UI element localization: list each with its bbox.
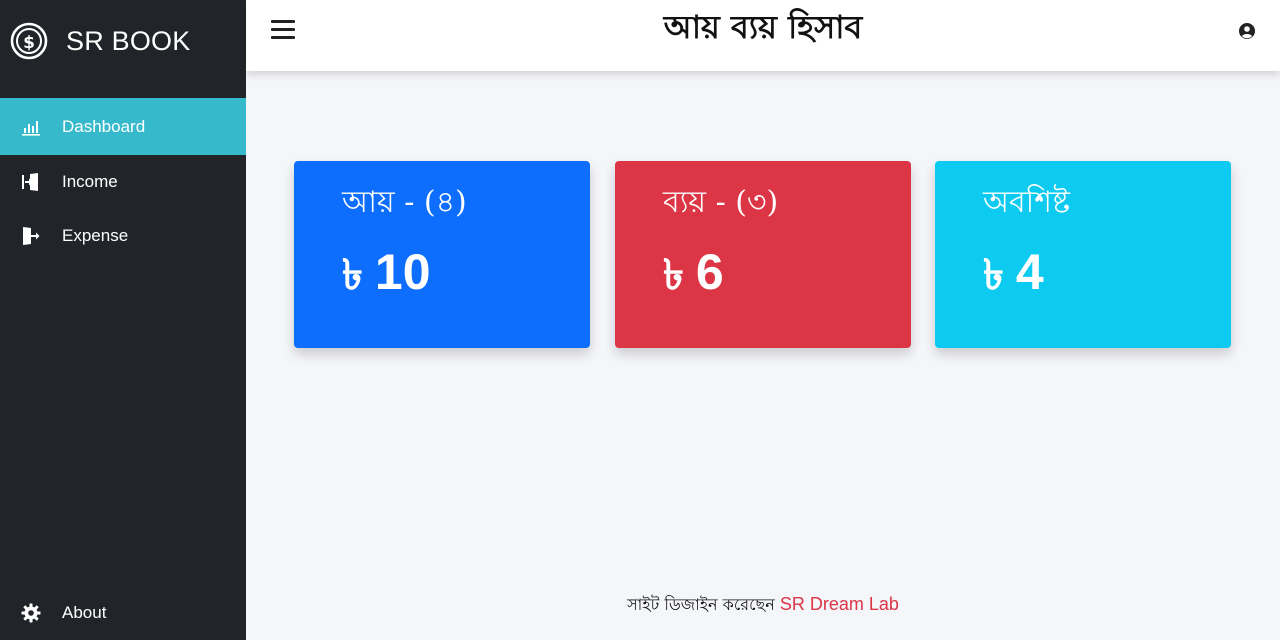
sidebar-item-label: Expense: [62, 226, 129, 245]
currency-symbol: ৳: [663, 250, 684, 299]
footer-credit-link[interactable]: SR Dream Lab: [780, 594, 899, 614]
door-exit-icon: [20, 225, 42, 247]
page-title: আয় ব্যয় হিসাব: [663, 8, 863, 46]
expense-card-amount: ৳ 6: [663, 244, 724, 303]
user-circle-icon[interactable]: [1238, 22, 1256, 40]
gear-icon: [20, 602, 42, 624]
sidebar-item-income[interactable]: Income: [0, 155, 246, 209]
door-enter-icon: [20, 171, 42, 193]
footer: সাইট ডিজাইন করেছেন SR Dream Lab: [246, 592, 1280, 619]
svg-text:$: $: [23, 33, 35, 53]
income-card[interactable]: আয় - (৪) ৳ 10: [294, 161, 590, 348]
balance-card-amount: ৳ 4: [983, 244, 1044, 303]
sidebar-item-expense[interactable]: Expense: [0, 209, 246, 263]
balance-card[interactable]: অবশিষ্ট ৳ 4: [935, 161, 1231, 348]
bar-chart-icon: [20, 116, 42, 138]
income-card-label: আয় - (৪): [342, 185, 467, 220]
currency-symbol: ৳: [983, 250, 1004, 299]
sidebar-item-label: Dashboard: [62, 116, 146, 136]
balance-card-label: অবশিষ্ট: [983, 185, 1070, 220]
expense-card[interactable]: ব্যয় - (৩) ৳ 6: [615, 161, 911, 348]
brand-name: SR BOOK: [66, 25, 191, 56]
sidebar-nav: Dashboard Income Expense: [0, 98, 246, 263]
currency-symbol: ৳: [342, 250, 363, 299]
income-amount-value: 10: [374, 244, 431, 300]
balance-amount-value: 4: [1015, 244, 1044, 300]
sidebar-item-dashboard[interactable]: Dashboard: [0, 98, 246, 155]
footer-text: সাইট ডিজাইন করেছেন: [627, 595, 780, 614]
brand[interactable]: $ SR BOOK: [0, 0, 246, 82]
top-bar: আয় ব্যয় হিসাব: [246, 0, 1280, 71]
sidebar-item-label: About: [62, 602, 107, 622]
dollar-circle-icon: $: [10, 22, 48, 60]
sidebar: $ SR BOOK Dashboard Income Expense About: [0, 0, 246, 640]
income-card-amount: ৳ 10: [342, 244, 431, 303]
expense-card-label: ব্যয় - (৩): [663, 185, 779, 220]
expense-amount-value: 6: [695, 244, 724, 300]
sidebar-item-label: Income: [62, 172, 118, 191]
sidebar-item-about[interactable]: About: [0, 585, 246, 640]
